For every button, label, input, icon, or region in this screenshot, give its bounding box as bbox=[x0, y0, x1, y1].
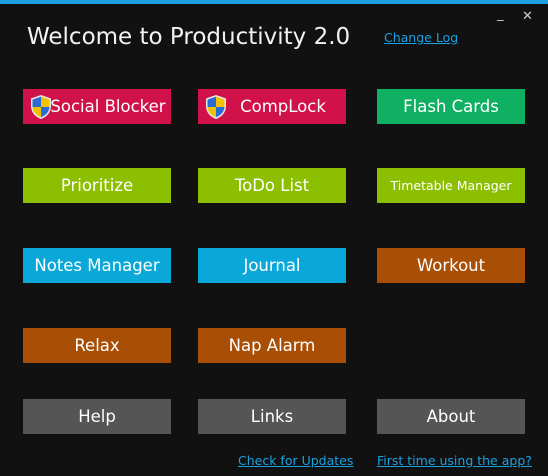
workout-button[interactable]: Workout bbox=[377, 248, 525, 283]
timetable-manager-button[interactable]: Timetable Manager bbox=[377, 168, 525, 203]
uac-shield-icon bbox=[206, 95, 226, 119]
first-time-help-link[interactable]: First time using the app? bbox=[377, 453, 532, 468]
uac-shield-icon bbox=[31, 95, 51, 119]
prioritize-button[interactable]: Prioritize bbox=[23, 168, 171, 203]
notes-manager-button[interactable]: Notes Manager bbox=[23, 248, 171, 283]
complock-label: CompLock bbox=[240, 97, 326, 116]
about-button[interactable]: About bbox=[377, 399, 525, 434]
todo-list-button[interactable]: ToDo List bbox=[198, 168, 346, 203]
flash-cards-button[interactable]: Flash Cards bbox=[377, 89, 525, 124]
minimize-button[interactable]: _ bbox=[497, 8, 504, 21]
page-title: Welcome to Productivity 2.0 bbox=[27, 24, 351, 50]
help-button[interactable]: Help bbox=[23, 399, 171, 434]
journal-button[interactable]: Journal bbox=[198, 248, 346, 283]
complock-button[interactable]: CompLock bbox=[198, 89, 346, 124]
links-button[interactable]: Links bbox=[198, 399, 346, 434]
window-accent-bar bbox=[0, 0, 548, 4]
check-for-updates-link[interactable]: Check for Updates bbox=[238, 453, 353, 468]
social-blocker-button[interactable]: Social Blocker bbox=[23, 89, 171, 124]
nap-alarm-button[interactable]: Nap Alarm bbox=[198, 328, 346, 363]
close-button[interactable]: ✕ bbox=[522, 10, 533, 23]
change-log-link[interactable]: Change Log bbox=[384, 30, 458, 45]
relax-button[interactable]: Relax bbox=[23, 328, 171, 363]
